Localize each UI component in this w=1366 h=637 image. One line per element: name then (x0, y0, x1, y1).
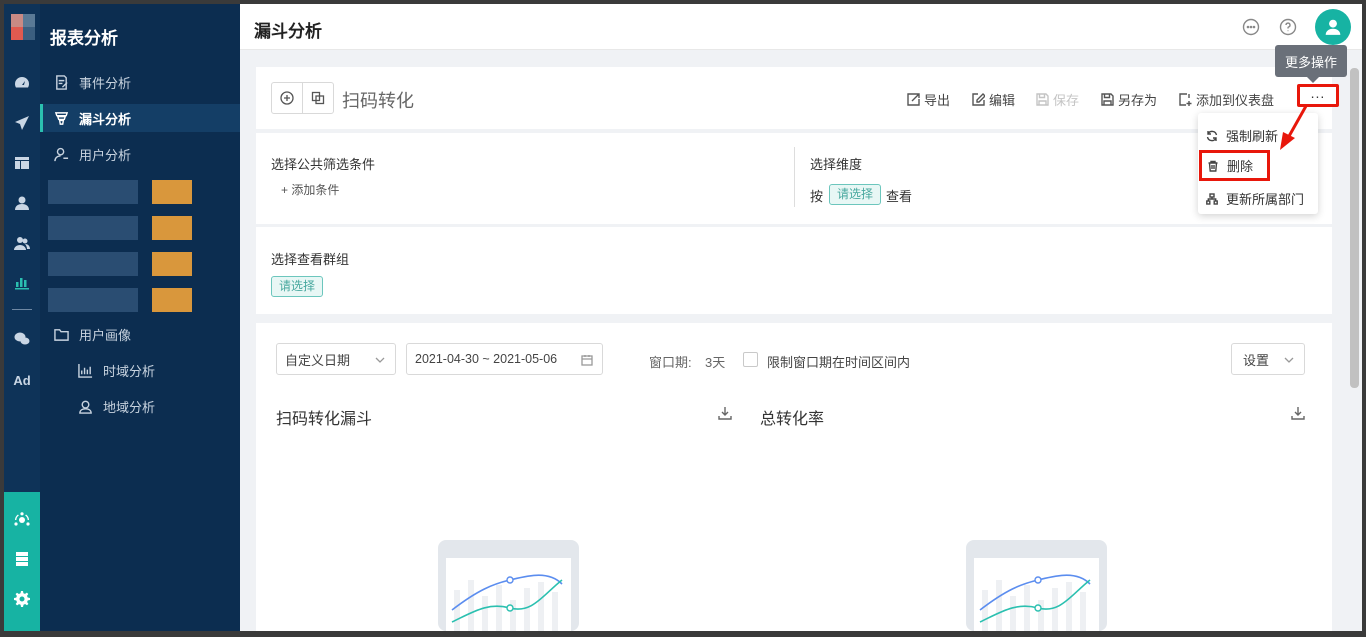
update-department-item[interactable]: 更新所属部门 (1206, 189, 1304, 208)
sidebar-menu: 报表分析 事件分析 漏斗分析 用户分析 用户画像 时域分析 地域分析 (40, 4, 240, 631)
sidebar-item-user-portrait[interactable]: 用户画像 (40, 320, 240, 348)
save-button[interactable]: 保存 (1036, 90, 1079, 109)
divider (794, 147, 795, 207)
org-icon (1206, 192, 1218, 205)
empty-chart-illustration (438, 540, 579, 631)
group-panel: 选择查看群组 请选择 (256, 227, 1332, 314)
edit-doc-icon (56, 74, 68, 90)
save-icon (1036, 93, 1049, 106)
sidebar-item-label: 用户分析 (79, 147, 132, 163)
chart-panel: 自定义日期 2021-04-30 ~ 2021-05-06 窗口期: 3天 限制… (256, 323, 1332, 631)
edit-icon (972, 93, 985, 106)
bar-chart-icon[interactable] (4, 271, 40, 293)
export-button[interactable]: 导出 (907, 90, 950, 109)
report-name: 扫码转化 (342, 91, 414, 111)
limit-window-checkbox[interactable] (743, 352, 758, 367)
sidebar-item-label: 地域分析 (103, 399, 156, 415)
limit-window-label: 限制窗口期在时间区间内 (767, 355, 911, 370)
layout-icon[interactable] (4, 152, 40, 174)
delete-item[interactable]: 删除 (1199, 150, 1270, 181)
date-mode-select[interactable]: 自定义日期 (276, 343, 396, 375)
more-actions-tooltip: 更多操作 (1275, 45, 1347, 83)
force-refresh-item[interactable]: 强制刷新 (1206, 126, 1278, 145)
annotation-arrow (1280, 105, 1308, 150)
rail-bottom (4, 492, 40, 631)
sidebar-item-label: 漏斗分析 (79, 111, 132, 127)
scrollbar[interactable] (1350, 68, 1359, 388)
redacted-item[interactable] (48, 216, 192, 240)
funnel-chart-title: 扫码转化漏斗 (276, 411, 373, 428)
page-title: 漏斗分析 (254, 22, 322, 41)
calendar-icon (581, 355, 593, 366)
add-dashboard-icon (1179, 93, 1192, 106)
location-user-icon (79, 400, 92, 414)
sidebar-item-user-analysis[interactable]: 用户分析 (40, 140, 240, 168)
sidebar-item-label: 事件分析 (79, 75, 132, 91)
send-icon[interactable] (4, 112, 40, 134)
icon-rail: Ad (4, 4, 40, 631)
help-icon[interactable] (1278, 17, 1298, 37)
sidebar-item-label: 用户画像 (79, 327, 132, 343)
gear-icon[interactable] (4, 588, 40, 610)
folder-icon (54, 328, 69, 341)
dimension-label: 选择维度 (810, 157, 863, 172)
redacted-item[interactable] (48, 252, 192, 276)
filter-panel: 选择公共筛选条件 + 添加条件 选择维度 按 请选择 查看 (256, 133, 1332, 224)
chevron-down-icon (375, 357, 385, 363)
users-icon[interactable] (4, 232, 40, 254)
chart-icon (78, 363, 93, 378)
user-icon[interactable] (4, 192, 40, 214)
sidebar-item-region-analysis[interactable]: 地域分析 (40, 392, 240, 420)
save-as-icon (1101, 93, 1114, 106)
avatar[interactable] (1315, 9, 1351, 45)
redacted-item[interactable] (48, 180, 192, 204)
by-label: 按 (810, 189, 824, 204)
copy-icon[interactable] (302, 83, 333, 113)
wechat-icon[interactable] (4, 328, 40, 350)
dashboard-icon[interactable] (4, 72, 40, 94)
server-icon[interactable] (4, 548, 40, 570)
download-icon[interactable] (1291, 406, 1305, 420)
icon-button-group (271, 82, 334, 114)
refresh-icon (1206, 130, 1218, 141)
download-icon[interactable] (718, 406, 732, 420)
trash-icon (1208, 160, 1218, 172)
ad-icon[interactable]: Ad (4, 369, 40, 391)
window-label: 窗口期: (649, 355, 692, 370)
report-toolbar: 扫码转化 导出 编辑 保存 另存为 添加到仪表盘 ... (256, 67, 1339, 129)
app-window: Ad 报表分析 事件分析 漏斗分析 用户分析 用户画像 时域分析 地域分析 漏斗… (4, 4, 1362, 631)
user-outline-icon (54, 147, 69, 161)
sidebar-item-funnel-analysis[interactable]: 漏斗分析 (40, 104, 240, 132)
save-as-button[interactable]: 另存为 (1101, 90, 1157, 109)
add-icon[interactable] (272, 83, 302, 113)
group-select[interactable]: 请选择 (271, 276, 324, 297)
export-icon (907, 93, 920, 106)
sidebar-item-event-analysis[interactable]: 事件分析 (40, 68, 240, 96)
chevron-down-icon (1284, 357, 1294, 363)
redacted-item[interactable] (48, 288, 192, 312)
date-range-picker[interactable]: 2021-04-30 ~ 2021-05-06 (406, 343, 603, 375)
settings-button[interactable]: 设置 (1231, 343, 1305, 375)
funnel-icon (54, 111, 69, 125)
sidebar-title: 报表分析 (50, 29, 118, 48)
top-bar: 漏斗分析 (240, 4, 1362, 50)
add-to-dashboard-button[interactable]: 添加到仪表盘 (1179, 90, 1274, 109)
add-condition-button[interactable]: + 添加条件 (281, 181, 339, 198)
sidebar-item-label: 时域分析 (103, 363, 156, 379)
group-label: 选择查看群组 (271, 252, 350, 267)
edit-button[interactable]: 编辑 (972, 90, 1015, 109)
common-filter-label: 选择公共筛选条件 (271, 157, 376, 172)
rail-divider (12, 309, 32, 310)
view-label: 查看 (886, 189, 913, 204)
rate-chart-title: 总转化率 (760, 411, 825, 428)
empty-chart-illustration (966, 540, 1107, 631)
analytics-icon[interactable] (4, 509, 40, 531)
logo (11, 14, 35, 40)
message-icon[interactable] (1241, 17, 1261, 37)
window-value: 3天 (705, 355, 726, 370)
sidebar-item-time-analysis[interactable]: 时域分析 (40, 356, 240, 384)
dimension-select[interactable]: 请选择 (829, 184, 882, 205)
